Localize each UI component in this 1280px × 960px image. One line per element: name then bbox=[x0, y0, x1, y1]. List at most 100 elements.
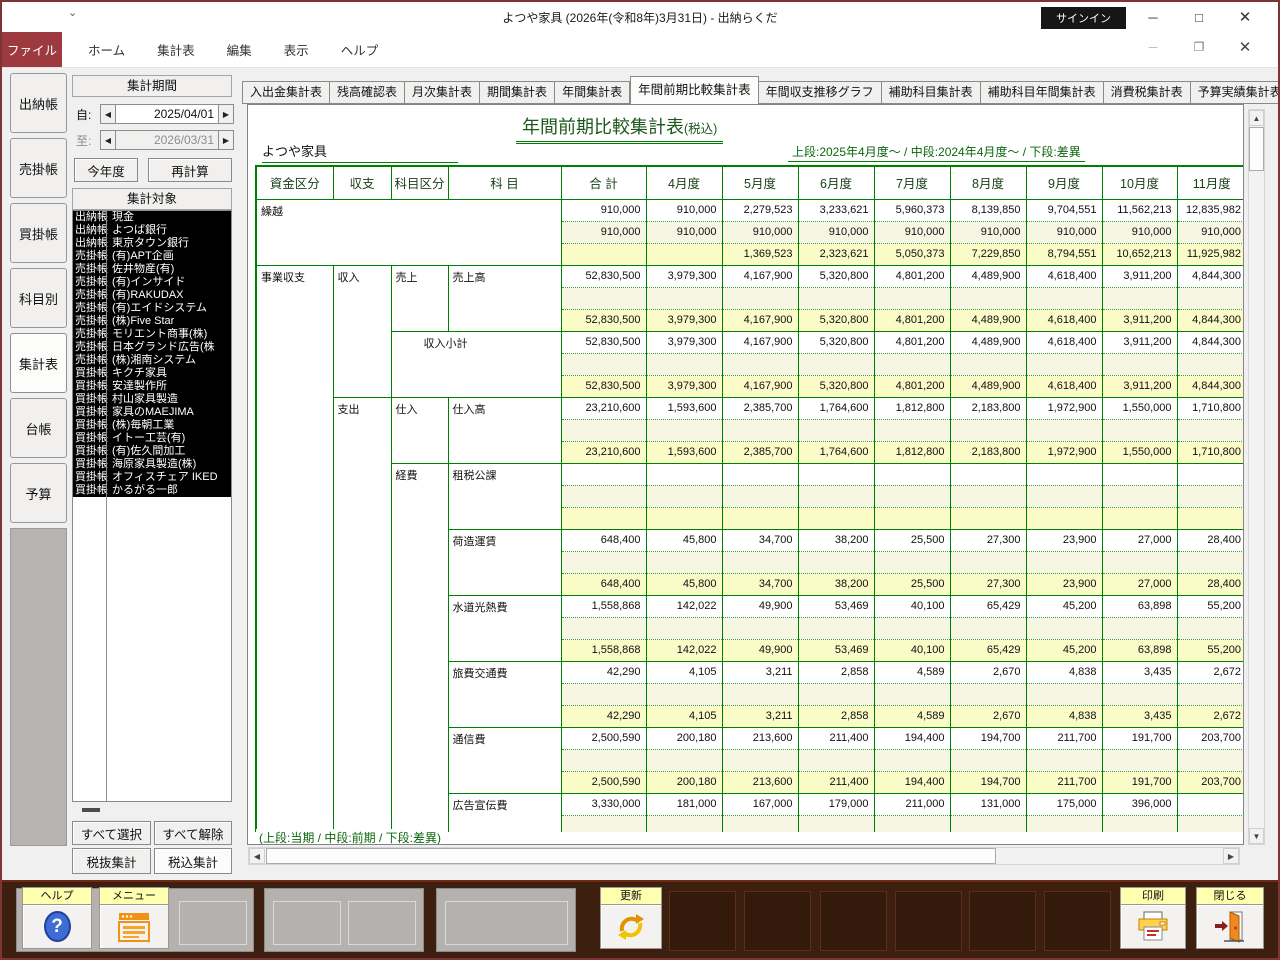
sidebar-tab-7[interactable]: 予算 bbox=[10, 463, 67, 523]
report-tab-11[interactable]: 予算実績集計表 bbox=[1191, 81, 1278, 104]
file-menu[interactable]: ファイル bbox=[2, 32, 62, 67]
target-list-item[interactable]: 買掛帳イトー工芸(有) bbox=[73, 432, 231, 445]
target-list-item[interactable]: 売掛帳(株)Five Star bbox=[73, 315, 231, 328]
maximize-button[interactable]: □ bbox=[1176, 2, 1222, 32]
target-list-item[interactable]: 買掛帳かるがる一郎 bbox=[73, 484, 231, 497]
this-year-button[interactable]: 今年度 bbox=[74, 158, 138, 182]
date-to-prev-button[interactable]: ◀ bbox=[100, 130, 116, 150]
target-list-item[interactable]: 買掛帳海原家具製造(株) bbox=[73, 458, 231, 471]
scroll-thumb[interactable] bbox=[82, 808, 100, 812]
target-list-item[interactable]: 買掛帳キクチ家具 bbox=[73, 367, 231, 380]
vertical-scrollbar[interactable]: ▲ ▼ bbox=[1248, 109, 1265, 845]
target-list-scrollbar[interactable] bbox=[72, 804, 232, 816]
target-list-item[interactable]: 出納帳東京タウン銀行 bbox=[73, 237, 231, 250]
menu-item-1[interactable]: ホーム bbox=[76, 40, 137, 59]
target-list-item[interactable]: 売掛帳(有)インサイド bbox=[73, 276, 231, 289]
table-cell: 45,800 bbox=[646, 573, 722, 595]
horizontal-scrollbar[interactable]: ◀ ▶ bbox=[248, 847, 1240, 865]
report-tab-8[interactable]: 補助科目集計表 bbox=[882, 81, 981, 104]
target-list-item[interactable]: 売掛帳佐井物産(有) bbox=[73, 263, 231, 276]
table-cell: 4,489,900 bbox=[950, 265, 1026, 287]
sidebar-tab-4[interactable]: 科目別 bbox=[10, 268, 67, 328]
menu-button[interactable]: メニュー bbox=[99, 887, 169, 949]
child-restore-button[interactable]: ❐ bbox=[1176, 32, 1222, 62]
signin-button[interactable]: サインイン bbox=[1041, 7, 1126, 29]
report-tab-4[interactable]: 期間集計表 bbox=[480, 81, 555, 104]
table-header-row: 資金区分収支科目区分科 目合 計4月度5月度6月度7月度8月度9月度10月度11… bbox=[256, 166, 1244, 199]
table-cell bbox=[1177, 551, 1244, 573]
target-list-item[interactable]: 買掛帳(株)毎朝工業 bbox=[73, 419, 231, 432]
menu-item-3[interactable]: 編集 bbox=[215, 40, 264, 59]
sidebar-tab-1[interactable]: 出納帳 bbox=[10, 73, 67, 133]
report-tab-6[interactable]: 年間前期比較集計表 bbox=[630, 76, 759, 104]
report-tab-10[interactable]: 消費税集計表 bbox=[1104, 81, 1191, 104]
table-cell: 3,330,000 bbox=[561, 793, 646, 815]
print-button[interactable]: 印刷 bbox=[1120, 887, 1186, 949]
table-cell: 27,300 bbox=[950, 529, 1026, 551]
report-tab-5[interactable]: 年間集計表 bbox=[555, 81, 630, 104]
menu-item-5[interactable]: ヘルプ bbox=[329, 40, 391, 59]
close-button[interactable]: ✕ bbox=[1222, 2, 1268, 32]
help-button[interactable]: ヘルプ ? bbox=[22, 887, 92, 949]
table-cell bbox=[798, 749, 874, 771]
date-from-prev-button[interactable]: ◀ bbox=[100, 104, 116, 124]
table-cell: 5,960,373 bbox=[874, 199, 950, 221]
table-cell: 34,700 bbox=[722, 529, 798, 551]
close-window-button[interactable]: 閉じる bbox=[1196, 887, 1264, 949]
sidebar-tab-3[interactable]: 買掛帳 bbox=[10, 203, 67, 263]
target-list-item[interactable]: 買掛帳安達製作所 bbox=[73, 380, 231, 393]
table-cell bbox=[561, 287, 646, 309]
scroll-up-button[interactable]: ▲ bbox=[1249, 110, 1264, 126]
report-tab-9[interactable]: 補助科目年間集計表 bbox=[981, 81, 1104, 104]
menu-item-4[interactable]: 表示 bbox=[272, 40, 321, 59]
column-header: 資金区分 bbox=[256, 166, 333, 199]
target-list[interactable]: 出納帳現金出納帳よつば銀行出納帳東京タウン銀行売掛帳(有)APT企画売掛帳佐井物… bbox=[72, 210, 232, 802]
target-list-item[interactable]: 売掛帳日本グランド広告(株 bbox=[73, 341, 231, 354]
refresh-button[interactable]: 更新 bbox=[600, 887, 662, 949]
table-cell: 1,369,523 bbox=[722, 243, 798, 265]
child-close-button[interactable]: ✕ bbox=[1222, 32, 1268, 62]
date-from-next-button[interactable]: ▶ bbox=[218, 104, 234, 124]
target-list-item[interactable]: 買掛帳村山家具製造 bbox=[73, 393, 231, 406]
menu-item-2[interactable]: 集計表 bbox=[145, 40, 207, 59]
child-minimize-button[interactable]: ─ bbox=[1130, 32, 1176, 62]
table-cell: 4,844,300 bbox=[1177, 265, 1244, 287]
minimize-button[interactable]: ─ bbox=[1130, 2, 1176, 32]
table-cell: 4,618,400 bbox=[1026, 309, 1102, 331]
table-cell: 45,200 bbox=[1026, 639, 1102, 661]
date-to-next-button[interactable]: ▶ bbox=[218, 130, 234, 150]
select-all-button[interactable]: すべて選択 bbox=[72, 821, 151, 845]
target-list-item[interactable]: 出納帳現金 bbox=[73, 211, 231, 224]
report-tab-2[interactable]: 残高確認表 bbox=[330, 81, 405, 104]
target-list-item[interactable]: 売掛帳(有)エイドシステム bbox=[73, 302, 231, 315]
table-cell: 12,835,982 bbox=[1177, 199, 1244, 221]
scroll-right-button[interactable]: ▶ bbox=[1223, 848, 1239, 864]
scroll-down-button[interactable]: ▼ bbox=[1249, 828, 1264, 844]
sidebar-tab-2[interactable]: 売掛帳 bbox=[10, 138, 67, 198]
deselect-all-button[interactable]: すべて解除 bbox=[154, 821, 232, 845]
table-cell: 194,400 bbox=[874, 771, 950, 793]
scroll-left-button[interactable]: ◀ bbox=[249, 848, 265, 864]
target-list-item[interactable]: 買掛帳オフィスチェア IKED bbox=[73, 471, 231, 484]
report-tab-3[interactable]: 月次集計表 bbox=[405, 81, 480, 104]
target-list-item[interactable]: 売掛帳モリエント商事(株) bbox=[73, 328, 231, 341]
table-cell bbox=[798, 463, 874, 485]
date-from-input[interactable]: 2025/04/01 bbox=[116, 104, 218, 124]
target-list-item[interactable]: 買掛帳家具のMAEJIMA bbox=[73, 406, 231, 419]
tax-excluded-tab[interactable]: 税抜集計 bbox=[72, 848, 151, 874]
sidebar-tab-6[interactable]: 台帳 bbox=[10, 398, 67, 458]
scroll-thumb[interactable] bbox=[1249, 127, 1264, 171]
target-list-item[interactable]: 売掛帳(株)湘南システム bbox=[73, 354, 231, 367]
table-cell: 27,300 bbox=[950, 573, 1026, 595]
report-tab-1[interactable]: 入出金集計表 bbox=[242, 81, 330, 104]
target-list-item[interactable]: 売掛帳(有)APT企画 bbox=[73, 250, 231, 263]
report-tab-7[interactable]: 年間収支推移グラフ bbox=[759, 81, 882, 104]
scroll-thumb[interactable] bbox=[266, 848, 996, 864]
tax-included-tab[interactable]: 税込集計 bbox=[154, 848, 232, 874]
target-list-item[interactable]: 出納帳よつば銀行 bbox=[73, 224, 231, 237]
target-list-item[interactable]: 売掛帳(有)RAKUDAX bbox=[73, 289, 231, 302]
target-list-item[interactable]: 買掛帳(有)佐久間加工 bbox=[73, 445, 231, 458]
sidebar-tab-5[interactable]: 集計表 bbox=[10, 333, 67, 393]
table-cell: 3,211 bbox=[722, 705, 798, 727]
recalculate-button[interactable]: 再計算 bbox=[148, 158, 232, 182]
